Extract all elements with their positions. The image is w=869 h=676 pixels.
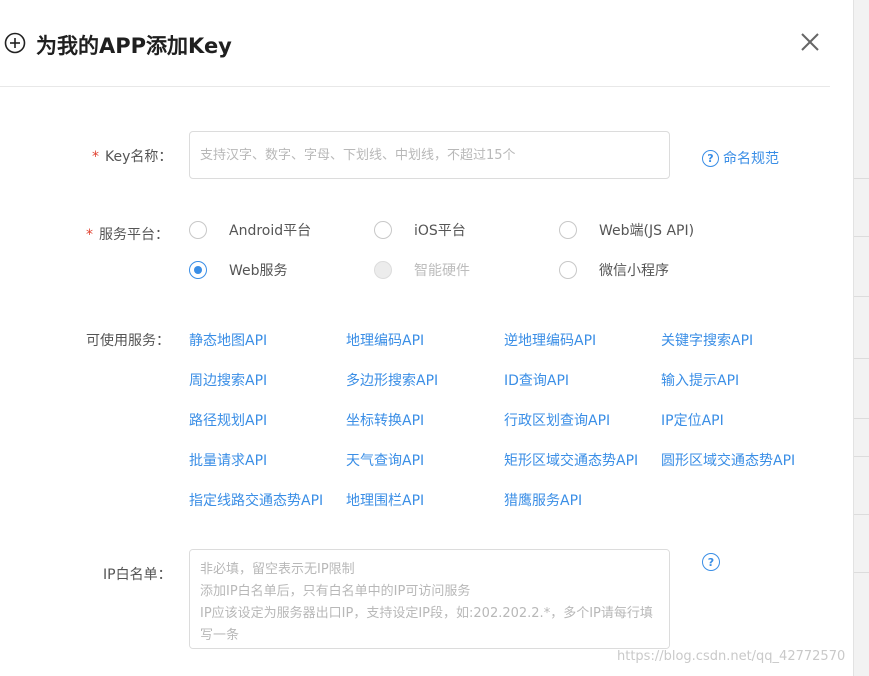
close-icon[interactable] [798, 30, 822, 54]
service-batch-request[interactable]: 批量请求API [189, 450, 267, 470]
watermark: https://blog.csdn.net/qq_42772570 [617, 649, 846, 664]
ip-whitelist-textarea[interactable] [189, 549, 670, 649]
radio-label: iOS平台 [414, 223, 466, 239]
service-reverse-geocoding[interactable]: 逆地理编码API [504, 330, 596, 350]
service-weather-query[interactable]: 天气查询API [346, 450, 424, 470]
service-nearby-search[interactable]: 周边搜索API [189, 370, 267, 390]
service-keyword-search[interactable]: 关键字搜索API [661, 330, 753, 350]
radio-label: 微信小程序 [599, 263, 669, 279]
radio-smart-hardware: 智能硬件 [374, 260, 470, 280]
service-polygon-search[interactable]: 多边形搜索API [346, 370, 438, 390]
radio-circle-checked [189, 261, 207, 279]
service-coordinate-convert[interactable]: 坐标转换API [346, 410, 424, 430]
radio-circle [189, 221, 207, 239]
service-static-map[interactable]: 静态地图API [189, 330, 267, 350]
question-circle-icon[interactable]: ? [702, 553, 720, 571]
radio-label: Android平台 [229, 223, 312, 239]
key-name-input[interactable] [189, 131, 670, 179]
service-ip-location[interactable]: IP定位API [661, 410, 724, 430]
service-falcon[interactable]: 猎鹰服务API [504, 490, 582, 510]
radio-ios[interactable]: iOS平台 [374, 220, 466, 240]
required-mark: * [86, 227, 93, 243]
radio-label: 智能硬件 [414, 263, 470, 279]
service-geofence[interactable]: 地理围栏API [346, 490, 424, 510]
naming-rules-label: 命名规范 [723, 151, 779, 167]
service-geocoding[interactable]: 地理编码API [346, 330, 424, 350]
platform-label: * 服务平台： [86, 224, 169, 244]
radio-label: Web端(JS API) [599, 223, 695, 239]
service-district-query[interactable]: 行政区划查询API [504, 410, 610, 430]
service-rect-traffic[interactable]: 矩形区域交通态势API [504, 450, 638, 470]
key-name-label: * Key名称： [92, 146, 172, 166]
ip-whitelist-label: IP白名单： [103, 567, 172, 583]
radio-circle [559, 221, 577, 239]
radio-circle-disabled [374, 261, 392, 279]
platform-label-text: 服务平台： [99, 227, 169, 243]
service-id-query[interactable]: ID查询API [504, 370, 569, 390]
dialog-title: 为我的APP添加Key [36, 34, 232, 58]
dialog-header: 为我的APP添加Key [0, 0, 830, 87]
key-name-label-text: Key名称： [105, 149, 173, 165]
radio-circle [374, 221, 392, 239]
service-route-planning[interactable]: 路径规划API [189, 410, 267, 430]
radio-android[interactable]: Android平台 [189, 220, 311, 240]
plus-circle-icon [4, 32, 26, 54]
radio-circle [559, 261, 577, 279]
dialog: 为我的APP添加Key * Key名称： ? 命名规范 * 服务平台： Androi… [0, 0, 869, 676]
radio-label: Web服务 [229, 263, 288, 279]
radio-wechat-miniprogram[interactable]: 微信小程序 [559, 260, 669, 280]
background-page-strip [853, 0, 869, 676]
radio-web-service[interactable]: Web服务 [189, 260, 288, 280]
radio-web-js[interactable]: Web端(JS API) [559, 220, 694, 240]
naming-rules-link[interactable]: ? 命名规范 [702, 148, 779, 168]
service-circle-traffic[interactable]: 圆形区域交通态势API [661, 450, 795, 470]
service-input-tips[interactable]: 输入提示API [661, 370, 739, 390]
required-mark: * [92, 149, 99, 165]
service-route-traffic[interactable]: 指定线路交通态势API [189, 490, 323, 510]
question-circle-icon: ? [702, 149, 719, 167]
services-label: 可使用服务： [86, 333, 170, 349]
